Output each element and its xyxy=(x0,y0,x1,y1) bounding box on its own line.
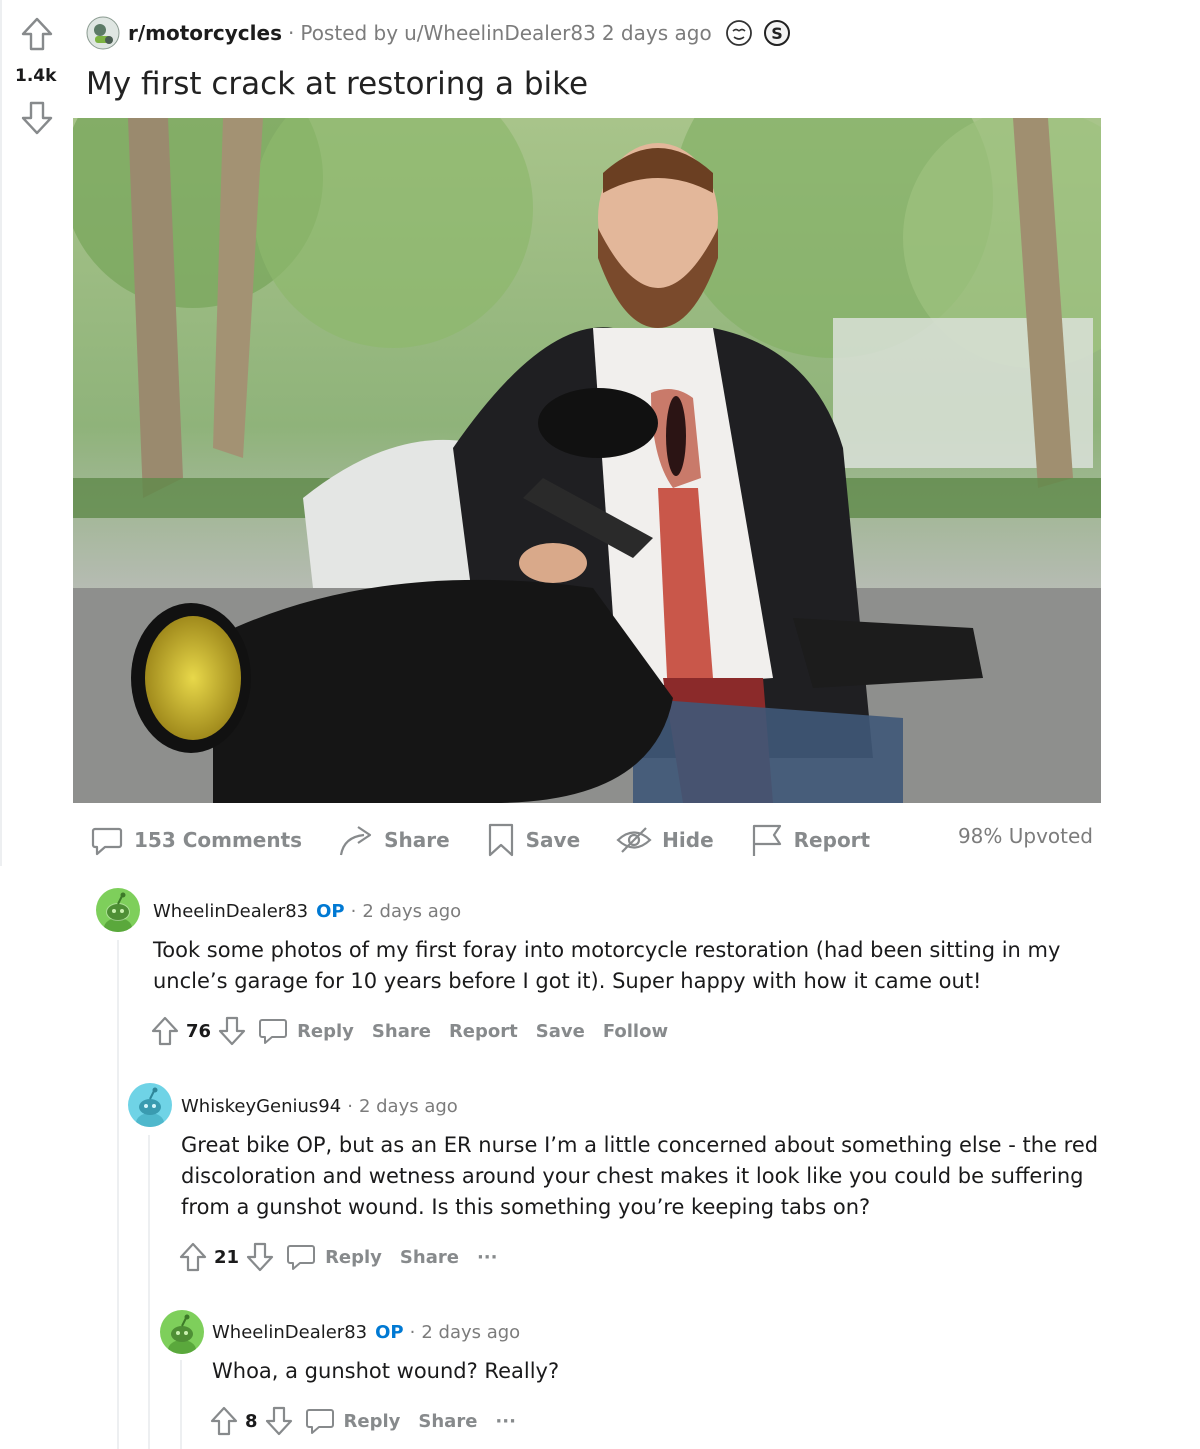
subreddit-link[interactable]: r/motorcycles xyxy=(128,21,282,45)
thread-line[interactable] xyxy=(117,940,119,1449)
post-score: 1.4k xyxy=(15,66,57,86)
separator-dot: · xyxy=(287,21,295,45)
svg-text:S: S xyxy=(771,24,783,43)
more-icon[interactable]: ··· xyxy=(477,1247,498,1268)
snoo-avatar-icon xyxy=(136,1087,164,1127)
post-author-link[interactable]: u/WheelinDealer83 xyxy=(404,21,596,45)
snoo-avatar-icon xyxy=(168,1314,196,1354)
silver-award-icon[interactable]: S xyxy=(762,18,792,48)
comment-action-bar: 76 Reply Share Report Save Follow xyxy=(150,1014,686,1048)
comment-icon xyxy=(91,827,123,856)
comment-age: 2 days ago xyxy=(421,1321,521,1343)
follow-button[interactable]: Follow xyxy=(603,1021,668,1042)
report-icon xyxy=(752,824,781,856)
reply-button[interactable]: Reply xyxy=(344,1411,401,1432)
comment-score: 8 xyxy=(245,1410,258,1432)
comment-author[interactable]: WheelinDealer83 xyxy=(212,1322,367,1343)
post-image[interactable] xyxy=(73,118,1101,803)
share-button[interactable]: Share xyxy=(372,1021,431,1042)
more-icon[interactable]: ··· xyxy=(495,1411,516,1432)
report-button[interactable]: Report xyxy=(449,1021,518,1042)
downvote-icon[interactable] xyxy=(217,1015,247,1047)
posted-by-label: Posted by xyxy=(300,21,399,45)
share-button[interactable]: Share xyxy=(400,1247,459,1268)
hide-button[interactable]: Hide xyxy=(616,825,714,855)
share-button[interactable]: Share xyxy=(418,1411,477,1432)
comments-label: 153 Comments xyxy=(134,828,303,852)
save-button[interactable]: Save xyxy=(536,1021,585,1042)
separator-dot: · xyxy=(350,900,357,922)
post-meta: r/motorcycles · Posted by u/WheelinDeale… xyxy=(86,16,792,50)
comment-meta: WheelinDealer83 OP · 2 days ago xyxy=(212,1319,520,1345)
comment-icon[interactable] xyxy=(304,1405,336,1437)
op-badge: OP xyxy=(375,1321,404,1343)
upvote-icon[interactable] xyxy=(209,1405,239,1437)
comments-button[interactable]: 153 Comments xyxy=(90,823,302,857)
hide-icon xyxy=(616,827,652,853)
avatar[interactable] xyxy=(128,1083,172,1127)
thread-line[interactable] xyxy=(148,1135,150,1449)
post-age: 2 days ago xyxy=(601,21,712,45)
downvote-icon[interactable] xyxy=(245,1241,275,1273)
upvote-icon[interactable] xyxy=(20,16,54,52)
upvote-icon[interactable] xyxy=(178,1241,208,1273)
separator-dot: · xyxy=(347,1095,353,1117)
comment-icon[interactable] xyxy=(285,1241,317,1273)
save-label: Save xyxy=(525,828,581,852)
report-label: Report xyxy=(793,828,871,852)
share-label: Share xyxy=(384,828,450,852)
comment-meta: WhiskeyGenius94 · 2 days ago xyxy=(181,1093,458,1119)
separator-dot: · xyxy=(409,1321,416,1343)
share-button[interactable]: Share xyxy=(338,823,450,857)
avatar[interactable] xyxy=(96,888,140,932)
comment-score: 76 xyxy=(186,1020,212,1042)
hide-label: Hide xyxy=(662,828,714,852)
comment-age: 2 days ago xyxy=(362,900,462,922)
comment-age: 2 days ago xyxy=(358,1095,458,1117)
comment-author[interactable]: WhiskeyGenius94 xyxy=(181,1096,341,1117)
comment-meta: WheelinDealer83 OP · 2 days ago xyxy=(153,898,461,924)
save-icon xyxy=(488,823,513,857)
share-icon xyxy=(339,826,372,856)
comment-icon[interactable] xyxy=(257,1015,289,1047)
snoo-avatar-icon xyxy=(104,892,132,932)
award-icon[interactable] xyxy=(724,18,754,48)
reply-button[interactable]: Reply xyxy=(297,1021,354,1042)
downvote-icon[interactable] xyxy=(20,100,54,136)
comment-author[interactable]: WheelinDealer83 xyxy=(153,901,308,922)
post-left-border xyxy=(0,0,2,866)
subreddit-icon[interactable] xyxy=(86,16,120,50)
comment-body: Whoa, a gunshot wound? Really? xyxy=(212,1359,560,1383)
avatar[interactable] xyxy=(160,1310,204,1354)
comment-body: Took some photos of my first foray into … xyxy=(153,938,1061,993)
comment-body: Great bike OP, but as an ER nurse I’m a … xyxy=(181,1133,1099,1219)
comment-score: 21 xyxy=(214,1246,240,1268)
post-title[interactable]: My first crack at restoring a bike xyxy=(86,66,588,102)
post-action-bar: 153 Comments Share Save Hide Report xyxy=(90,818,906,862)
op-badge: OP xyxy=(316,900,345,922)
comment-action-bar: 21 Reply Share ··· xyxy=(178,1240,515,1274)
downvote-icon[interactable] xyxy=(264,1405,294,1437)
upvote-ratio: 98% Upvoted xyxy=(957,824,1093,848)
reply-button[interactable]: Reply xyxy=(325,1247,382,1268)
report-button[interactable]: Report xyxy=(750,822,870,858)
comment-action-bar: 8 Reply Share ··· xyxy=(209,1404,534,1438)
save-button[interactable]: Save xyxy=(486,822,581,858)
thread-line[interactable] xyxy=(180,1360,182,1449)
upvote-icon[interactable] xyxy=(150,1015,180,1047)
